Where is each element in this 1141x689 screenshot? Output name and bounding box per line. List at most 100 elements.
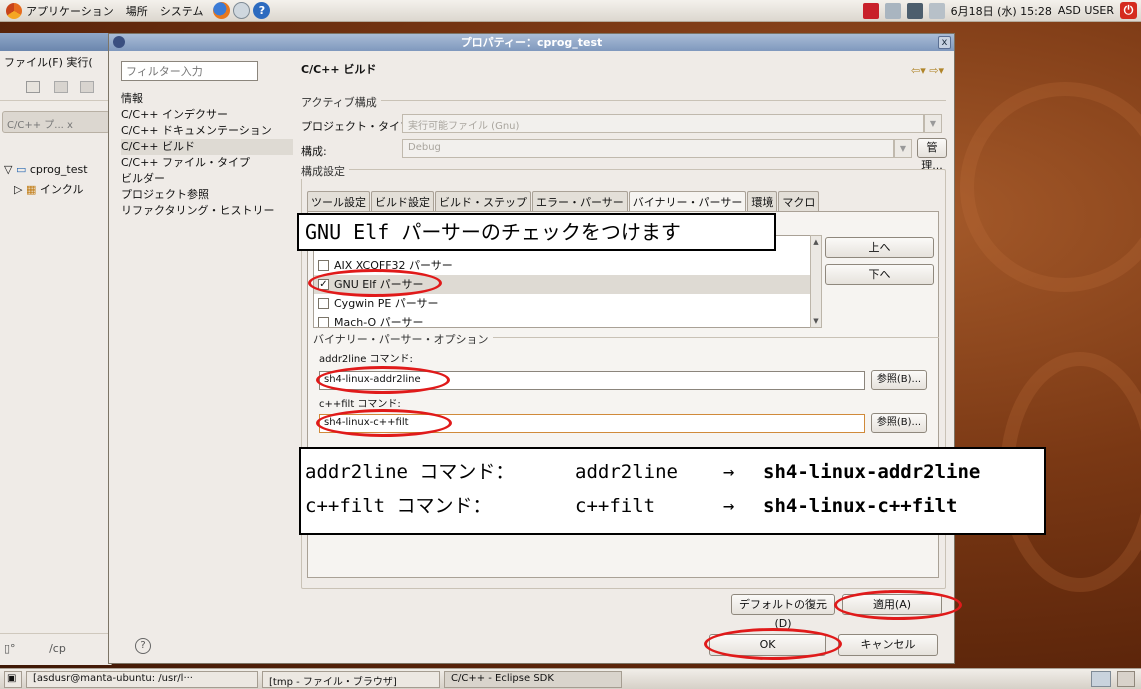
includes-icon: ▦ <box>25 183 37 196</box>
nav-item-indexer[interactable]: C/C++ インデクサー <box>121 107 293 123</box>
network-icon[interactable] <box>906 2 923 19</box>
callout-line-cppfilt: c++filt コマンド： c++filt → sh4-linux-c++fil… <box>305 489 1040 523</box>
applications-menu-label: アプリケーション <box>26 4 114 18</box>
tree-item-label: インクル <box>39 183 84 196</box>
tab-bar: ツール設定 ビルド設定 ビルド・ステップ エラー・パーサー バイナリー・パーサー… <box>307 191 820 212</box>
tab-binary-parsers[interactable]: バイナリー・パーサー <box>628 191 747 212</box>
project-tree: ▽ ▭ cprog_test ▷ ▦ インクル <box>0 163 112 199</box>
clipboard-icon[interactable] <box>884 2 901 19</box>
callout-text: sh4-linux-addr2line <box>763 461 981 483</box>
chevron-down-icon[interactable]: ▼ <box>894 139 912 158</box>
workspace-switcher-icon[interactable] <box>1091 671 1111 687</box>
trash-icon[interactable] <box>1117 671 1135 687</box>
window-menu-icon[interactable] <box>113 36 125 48</box>
mail-icon[interactable] <box>233 2 251 19</box>
checkbox[interactable] <box>318 298 329 309</box>
configuration-label: 構成: <box>301 145 327 158</box>
taskbar: ▣ [asdusr@manta-ubuntu: /usr/l··· [tmp -… <box>0 668 1141 689</box>
bottom-text: /cp <box>49 642 66 655</box>
list-item[interactable]: Cygwin PE パーサー <box>314 294 810 313</box>
tab-error-parsers[interactable]: エラー・パーサー <box>532 191 628 211</box>
system-tray: 6月18日 (水) 15:28 ASD USER ⏻ <box>862 2 1137 19</box>
scroll-down-icon[interactable]: ▼ <box>811 315 821 327</box>
project-type-label: プロジェクト・タイプ: <box>301 120 415 133</box>
dialog-titlebar[interactable]: プロパティー：cprog_test <box>109 34 954 51</box>
eclipse-menubar[interactable]: ファイル(F) 実行( <box>0 51 112 71</box>
project-explorer-tab[interactable]: C/C++ プ... ⅹ <box>2 111 110 133</box>
close-icon[interactable]: x <box>938 36 951 49</box>
folder-icon: ▭ <box>15 163 27 176</box>
manage-button[interactable]: 管理... <box>917 138 947 172</box>
clock[interactable]: 6月18日 (水) 15:28 <box>951 3 1052 19</box>
save-icon[interactable] <box>54 81 68 93</box>
highlight-ellipse <box>316 366 450 394</box>
move-up-button[interactable]: 上へ <box>825 237 934 258</box>
callout-line-addr2line: addr2line コマンド： addr2line → sh4-linux-ad… <box>305 455 1040 489</box>
task-file-browser[interactable]: [tmp - ファイル・ブラウザ] <box>262 670 440 688</box>
checkbox[interactable] <box>318 317 329 327</box>
nav-item-file-types[interactable]: C/C++ ファイル・タイプ <box>121 155 293 171</box>
nav-item-build[interactable]: C/C++ ビルド <box>121 139 293 155</box>
nav-item-builders[interactable]: ビルダー <box>121 171 293 187</box>
project-type-combo[interactable]: 実行可能ファイル (Gnu) <box>402 114 924 133</box>
nav-item-refactoring-history[interactable]: リファクタリング・ヒストリー <box>121 203 293 219</box>
firefox-icon[interactable] <box>213 2 231 19</box>
tab-tool-settings[interactable]: ツール設定 <box>307 191 370 211</box>
highlight-ellipse <box>308 269 442 297</box>
volume-icon[interactable] <box>928 2 945 19</box>
tab-build-steps[interactable]: ビルド・ステップ <box>435 191 531 211</box>
list-item[interactable]: Mach-O パーサー <box>314 313 810 327</box>
checkbox[interactable] <box>318 260 329 271</box>
browse-addr2line-button[interactable]: 参照(B)... <box>871 370 927 390</box>
tab-environment[interactable]: 環境 <box>747 191 778 211</box>
parser-label: Cygwin PE パーサー <box>334 297 439 310</box>
user-name[interactable]: ASD USER <box>1058 4 1114 17</box>
task-eclipse[interactable]: C/C++ - Eclipse SDK <box>444 670 622 688</box>
addr2line-label: addr2line コマンド: <box>319 354 413 365</box>
callout-text: c++filt コマンド： <box>305 495 492 517</box>
tab-macros[interactable]: マクロ <box>778 191 820 211</box>
power-icon[interactable]: ⏻ <box>1120 2 1137 19</box>
back-forward-arrows[interactable]: ⇦▾ ⇨▾ <box>911 64 944 77</box>
page-title: C/C++ ビルド <box>301 63 377 76</box>
new-icon[interactable] <box>26 81 40 93</box>
config-settings-group-label: 構成設定 <box>301 163 349 179</box>
system-menu[interactable]: システム <box>154 3 210 19</box>
chevron-down-icon[interactable]: ▼ <box>924 114 942 133</box>
print-icon[interactable] <box>80 81 94 93</box>
places-menu[interactable]: 場所 <box>120 3 154 19</box>
task-terminal[interactable]: [asdusr@manta-ubuntu: /usr/l··· <box>26 670 258 688</box>
restore-defaults-button[interactable]: デフォルトの復元(D) <box>731 594 835 630</box>
bottom-icon: ▯° <box>4 642 16 655</box>
update-notifier-icon[interactable] <box>862 2 879 19</box>
callout-check-gnu-elf: GNU Elf パーサーのチェックをつけます <box>297 213 776 251</box>
cancel-button[interactable]: キャンセル <box>838 634 938 656</box>
help-icon[interactable]: ? <box>135 638 151 654</box>
active-config-group-label: アクティブ構成 <box>301 94 381 110</box>
properties-dialog: プロパティー：cprog_test x 情報 C/C++ インデクサー C/C+… <box>108 33 955 664</box>
callout-text: addr2line <box>575 461 678 483</box>
tab-build-settings[interactable]: ビルド設定 <box>371 191 434 211</box>
eclipse-toolbar <box>0 73 112 101</box>
applications-menu[interactable]: アプリケーション <box>0 2 120 19</box>
filter-input[interactable] <box>121 61 258 81</box>
dialog-title: プロパティー：cprog_test <box>460 36 603 49</box>
configuration-combo[interactable]: Debug <box>402 139 894 158</box>
help-icon[interactable]: ? <box>253 2 271 19</box>
tree-item-project[interactable]: ▽ ▭ cprog_test <box>0 163 112 181</box>
move-down-button[interactable]: 下へ <box>825 264 934 285</box>
nav-item-documentation[interactable]: C/C++ ドキュメンテーション <box>121 123 293 139</box>
scrollbar[interactable]: ▲ ▼ <box>810 235 822 328</box>
tree-item-includes[interactable]: ▷ ▦ インクル <box>0 181 112 199</box>
places-menu-label: 場所 <box>125 4 148 18</box>
ubuntu-logo-icon <box>6 2 22 19</box>
scroll-up-icon[interactable]: ▲ <box>811 236 821 248</box>
callout-command-settings: addr2line コマンド： addr2line → sh4-linux-ad… <box>299 447 1046 535</box>
eclipse-titlebar[interactable] <box>0 33 112 51</box>
show-desktop-icon[interactable]: ▣ <box>4 670 22 688</box>
eclipse-bottom-panel: ▯° /cp <box>0 633 112 663</box>
top-panel: アプリケーション 場所 システム ? 6月18日 (水) 15:28 ASD U… <box>0 0 1141 22</box>
browse-cppfilt-button[interactable]: 参照(B)... <box>871 413 927 433</box>
nav-item-project-references[interactable]: プロジェクト参照 <box>121 187 293 203</box>
nav-item-info[interactable]: 情報 <box>121 91 293 107</box>
